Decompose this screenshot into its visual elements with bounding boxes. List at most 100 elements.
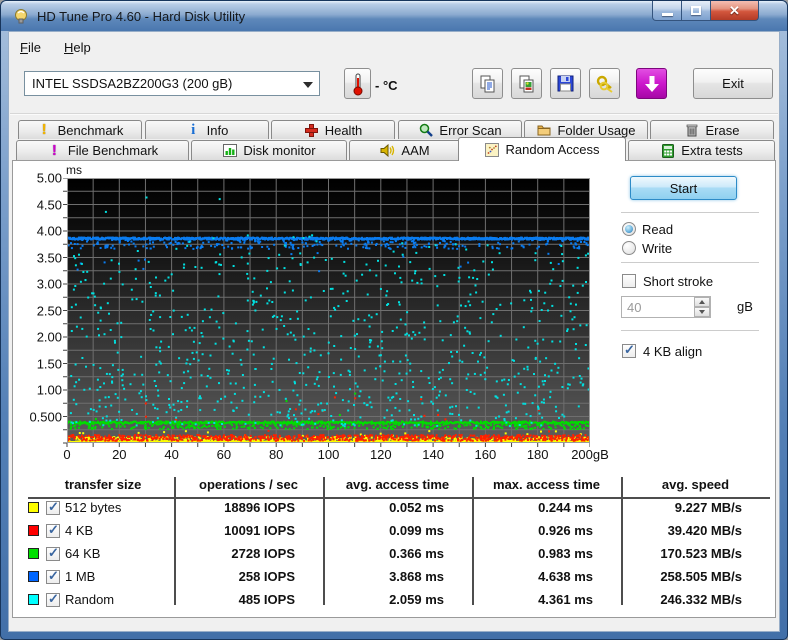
table-value: 4.638 ms <box>538 569 593 584</box>
aam-icon <box>380 143 395 158</box>
app-window: HD Tune Pro 4.60 - Hard Disk Utility ✕ F… <box>0 0 788 640</box>
start-button[interactable]: Start <box>630 176 737 200</box>
write-label[interactable]: Write <box>642 241 672 256</box>
series-color-swatch <box>28 525 39 536</box>
y-axis-unit: ms <box>66 163 82 177</box>
check-icon: ✓ <box>48 545 59 560</box>
menu-file[interactable]: File <box>14 38 47 58</box>
diskmon-icon <box>222 143 237 158</box>
x-tick-label: 0 <box>63 447 71 462</box>
tab-label: Error Scan <box>439 122 502 138</box>
exit-button[interactable]: Exit <box>693 68 773 99</box>
series-checkbox-4-kb[interactable]: ✓ <box>46 522 60 538</box>
drive-selector[interactable]: INTEL SSDSA2BZ200G3 (200 gB) <box>24 71 320 96</box>
minimize-button[interactable] <box>652 1 682 21</box>
table-value: 0.366 ms <box>389 546 444 561</box>
align-checkbox[interactable]: ✓ <box>622 342 636 358</box>
check-icon: ✓ <box>624 342 635 357</box>
tab-label: Random Access <box>505 142 600 157</box>
y-tick-label: 1.50 <box>36 356 62 371</box>
errorscan-icon <box>418 123 433 138</box>
temperature-value: - °C <box>375 78 398 93</box>
x-tick-label: 200gB <box>571 447 609 462</box>
tab-health[interactable]: Health <box>271 120 395 139</box>
series-checkbox-512-bytes[interactable]: ✓ <box>46 499 60 515</box>
x-tick-label: 100 <box>317 447 340 462</box>
tab-aam[interactable]: AAM <box>349 140 461 160</box>
copy-image-button[interactable] <box>511 68 542 99</box>
column-separator <box>621 477 623 605</box>
app-icon <box>13 8 30 25</box>
tab-disk-monitor[interactable]: Disk monitor <box>191 140 347 160</box>
series-color-swatch <box>28 571 39 582</box>
keys-icon <box>596 75 613 93</box>
tab-benchmark[interactable]: ! Benchmark <box>18 120 142 139</box>
series-checkbox-random[interactable]: ✓ <box>46 591 60 607</box>
read-radio[interactable] <box>622 222 636 236</box>
spin-down-button[interactable] <box>694 307 710 317</box>
up-arrow-icon <box>699 300 705 304</box>
check-icon: ✓ <box>48 522 59 537</box>
health-icon <box>304 123 319 138</box>
options-button[interactable] <box>589 68 620 99</box>
separator <box>621 262 759 264</box>
table-value: 2728 IOPS <box>231 546 295 561</box>
table-value: 0.926 ms <box>538 523 593 538</box>
erase-icon <box>685 123 700 138</box>
separator <box>621 212 759 214</box>
tab-label: Extra tests <box>681 143 743 158</box>
series-checkbox-1-mb[interactable]: ✓ <box>46 568 60 584</box>
series-label: 512 bytes <box>65 500 122 515</box>
folder-icon <box>536 123 551 138</box>
table-header-3: avg. access time <box>345 477 450 492</box>
download-results-button[interactable] <box>636 68 667 99</box>
write-radio[interactable] <box>622 241 636 255</box>
short-stroke-label[interactable]: Short stroke <box>643 274 713 289</box>
x-tick-label: 120 <box>369 447 392 462</box>
tab-label: File Benchmark <box>67 143 159 158</box>
read-label[interactable]: Read <box>642 222 673 237</box>
stroke-size-value: 40 <box>627 300 642 315</box>
tab-extra-tests[interactable]: Extra tests <box>628 140 775 160</box>
x-tick-label: 140 <box>422 447 444 462</box>
stroke-size-spinner[interactable]: 40 <box>621 296 711 318</box>
temperature-button[interactable] <box>344 68 371 99</box>
chevron-down-icon <box>303 82 313 88</box>
close-button[interactable]: ✕ <box>710 1 759 21</box>
table-value: 0.099 ms <box>389 523 444 538</box>
tab-file-benchmark[interactable]: ! File Benchmark <box>16 140 189 160</box>
info-icon: i <box>191 122 196 138</box>
save-button[interactable] <box>550 68 581 99</box>
series-checkbox-64-kb[interactable]: ✓ <box>46 545 60 561</box>
table-value: 258.505 MB/s <box>660 569 742 584</box>
copy-image-icon <box>519 75 533 92</box>
radio-dot <box>625 225 633 233</box>
copy-text-icon <box>480 75 494 92</box>
column-separator <box>472 477 474 605</box>
tab-label: Disk monitor <box>243 143 316 158</box>
table-value: 4.361 ms <box>538 592 593 607</box>
copy-text-button[interactable] <box>472 68 503 99</box>
menu-help[interactable]: Help <box>58 38 97 58</box>
separator <box>621 330 759 332</box>
table-header-1: transfer size <box>64 477 142 492</box>
maximize-button[interactable] <box>682 1 710 21</box>
table-value: 485 IOPS <box>238 592 295 607</box>
exit-label: Exit <box>722 76 744 91</box>
short-stroke-checkbox[interactable] <box>622 274 636 288</box>
tab-erase[interactable]: Erase <box>650 120 774 139</box>
x-tick-label: 160 <box>474 447 497 462</box>
y-tick-label: 4.50 <box>36 197 62 212</box>
y-tick-label: 5.00 <box>36 170 62 186</box>
table-value: 3.868 ms <box>389 569 444 584</box>
align-label[interactable]: 4 KB align <box>643 344 702 359</box>
spin-up-button[interactable] <box>694 297 710 307</box>
tab-random-access[interactable]: Random Access <box>458 137 626 161</box>
tab-info[interactable]: i Info <box>145 120 269 139</box>
series-color-swatch <box>28 502 39 513</box>
title-bar[interactable]: HD Tune Pro 4.60 - Hard Disk Utility ✕ <box>1 1 787 31</box>
x-tick-label: 180 <box>526 447 549 462</box>
series-color-swatch <box>28 594 39 605</box>
check-icon: ✓ <box>48 568 59 583</box>
series-label: 1 MB <box>65 569 96 584</box>
